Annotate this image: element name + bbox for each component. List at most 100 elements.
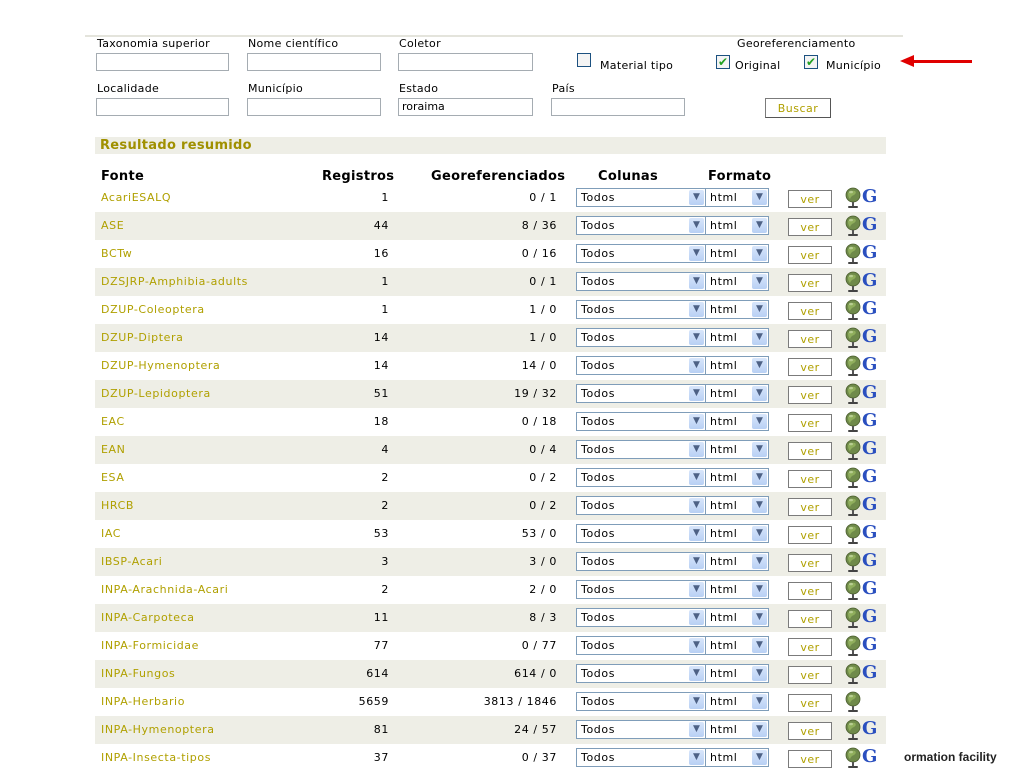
colunas-select[interactable]: Todos ▼	[576, 272, 706, 291]
globe-icon[interactable]	[845, 635, 861, 657]
chevron-down-icon[interactable]: ▼	[689, 414, 704, 429]
chevron-down-icon[interactable]: ▼	[752, 414, 767, 429]
colunas-select[interactable]: Todos ▼	[576, 188, 706, 207]
colunas-select[interactable]: Todos ▼	[576, 636, 706, 655]
chevron-down-icon[interactable]: ▼	[689, 386, 704, 401]
fonte-link[interactable]: INPA-Herbario	[101, 688, 185, 716]
chevron-down-icon[interactable]: ▼	[689, 722, 704, 737]
chevron-down-icon[interactable]: ▼	[752, 694, 767, 709]
colunas-select[interactable]: Todos ▼	[576, 384, 706, 403]
formato-select[interactable]: html ▼	[705, 384, 769, 403]
globe-icon[interactable]	[845, 747, 861, 769]
g-icon[interactable]: G	[862, 240, 877, 266]
fonte-link[interactable]: BCTw	[101, 240, 132, 268]
fonte-link[interactable]: HRCB	[101, 492, 134, 520]
colunas-select[interactable]: Todos ▼	[576, 244, 706, 263]
globe-icon[interactable]	[845, 495, 861, 517]
globe-icon[interactable]	[845, 691, 861, 713]
chevron-down-icon[interactable]: ▼	[689, 554, 704, 569]
fonte-link[interactable]: EAN	[101, 436, 126, 464]
ver-button[interactable]: ver	[788, 498, 832, 516]
formato-select[interactable]: html ▼	[705, 244, 769, 263]
ver-button[interactable]: ver	[788, 358, 832, 376]
ver-button[interactable]: ver	[788, 246, 832, 264]
g-icon[interactable]: G	[862, 548, 877, 574]
globe-icon[interactable]	[845, 551, 861, 573]
fonte-link[interactable]: DZUP-Diptera	[101, 324, 183, 352]
fonte-link[interactable]: DZUP-Coleoptera	[101, 296, 205, 324]
chevron-down-icon[interactable]: ▼	[689, 470, 704, 485]
chevron-down-icon[interactable]: ▼	[752, 274, 767, 289]
g-icon[interactable]: G	[862, 492, 877, 518]
chevron-down-icon[interactable]: ▼	[752, 526, 767, 541]
chevron-down-icon[interactable]: ▼	[752, 554, 767, 569]
chevron-down-icon[interactable]: ▼	[689, 246, 704, 261]
formato-select[interactable]: html ▼	[705, 664, 769, 683]
chevron-down-icon[interactable]: ▼	[752, 470, 767, 485]
ver-button[interactable]: ver	[788, 274, 832, 292]
colunas-select[interactable]: Todos ▼	[576, 720, 706, 739]
chevron-down-icon[interactable]: ▼	[689, 498, 704, 513]
g-icon[interactable]: G	[862, 716, 877, 742]
fonte-link[interactable]: EAC	[101, 408, 125, 436]
ver-button[interactable]: ver	[788, 694, 832, 712]
formato-select[interactable]: html ▼	[705, 608, 769, 627]
globe-icon[interactable]	[845, 383, 861, 405]
globe-icon[interactable]	[845, 579, 861, 601]
localidade-input[interactable]	[96, 98, 229, 116]
chevron-down-icon[interactable]: ▼	[752, 442, 767, 457]
colunas-select[interactable]: Todos ▼	[576, 440, 706, 459]
fonte-link[interactable]: INPA-Fungos	[101, 660, 175, 688]
ver-button[interactable]: ver	[788, 414, 832, 432]
taxonomia-input[interactable]	[96, 53, 229, 71]
chevron-down-icon[interactable]: ▼	[689, 750, 704, 765]
fonte-link[interactable]: ESA	[101, 464, 124, 492]
chevron-down-icon[interactable]: ▼	[689, 694, 704, 709]
g-icon[interactable]: G	[862, 380, 877, 406]
colunas-select[interactable]: Todos ▼	[576, 524, 706, 543]
chevron-down-icon[interactable]: ▼	[689, 330, 704, 345]
original-checkbox[interactable]: ✔	[716, 55, 730, 69]
chevron-down-icon[interactable]: ▼	[752, 610, 767, 625]
globe-icon[interactable]	[845, 439, 861, 461]
ver-button[interactable]: ver	[788, 470, 832, 488]
g-icon[interactable]: G	[862, 464, 877, 490]
g-icon[interactable]: G	[862, 212, 877, 238]
fonte-link[interactable]: INPA-Carpoteca	[101, 604, 195, 632]
formato-select[interactable]: html ▼	[705, 300, 769, 319]
fonte-link[interactable]: INPA-Arachnida-Acari	[101, 576, 228, 604]
chevron-down-icon[interactable]: ▼	[689, 358, 704, 373]
municipio-checkbox[interactable]: ✔	[804, 55, 818, 69]
formato-select[interactable]: html ▼	[705, 468, 769, 487]
globe-icon[interactable]	[845, 355, 861, 377]
formato-select[interactable]: html ▼	[705, 272, 769, 291]
fonte-link[interactable]: IAC	[101, 520, 121, 548]
globe-icon[interactable]	[845, 271, 861, 293]
ver-button[interactable]: ver	[788, 638, 832, 656]
g-icon[interactable]: G	[862, 632, 877, 658]
globe-icon[interactable]	[845, 523, 861, 545]
formato-select[interactable]: html ▼	[705, 356, 769, 375]
formato-select[interactable]: html ▼	[705, 552, 769, 571]
fonte-link[interactable]: INPA-Hymenoptera	[101, 716, 215, 744]
buscar-button[interactable]: Buscar	[765, 98, 831, 118]
fonte-link[interactable]: DZSJRP-Amphibia-adults	[101, 268, 248, 296]
chevron-down-icon[interactable]: ▼	[752, 498, 767, 513]
fonte-link[interactable]: ASE	[101, 212, 124, 240]
ver-button[interactable]: ver	[788, 330, 832, 348]
coletor-input[interactable]	[398, 53, 533, 71]
formato-select[interactable]: html ▼	[705, 692, 769, 711]
g-icon[interactable]: G	[862, 436, 877, 462]
colunas-select[interactable]: Todos ▼	[576, 412, 706, 431]
colunas-select[interactable]: Todos ▼	[576, 468, 706, 487]
chevron-down-icon[interactable]: ▼	[689, 302, 704, 317]
ver-button[interactable]: ver	[788, 190, 832, 208]
chevron-down-icon[interactable]: ▼	[752, 582, 767, 597]
g-icon[interactable]: G	[862, 296, 877, 322]
chevron-down-icon[interactable]: ▼	[689, 218, 704, 233]
fonte-link[interactable]: INPA-Formicidae	[101, 632, 199, 660]
ver-button[interactable]: ver	[788, 582, 832, 600]
chevron-down-icon[interactable]: ▼	[752, 190, 767, 205]
ver-button[interactable]: ver	[788, 610, 832, 628]
colunas-select[interactable]: Todos ▼	[576, 328, 706, 347]
